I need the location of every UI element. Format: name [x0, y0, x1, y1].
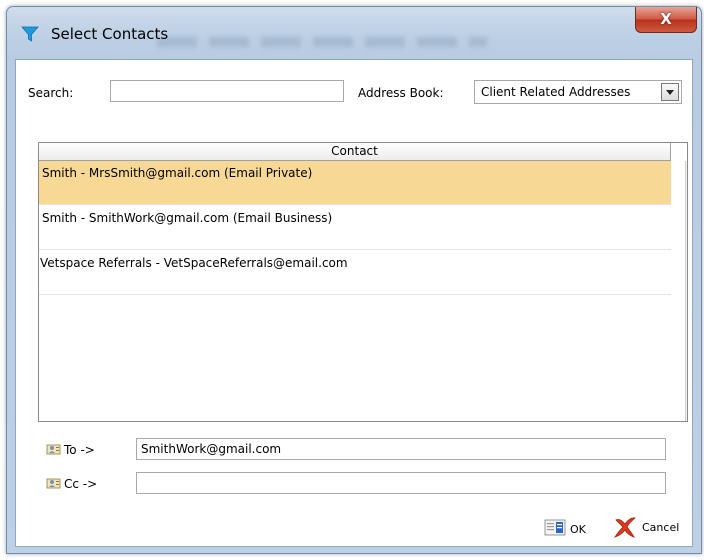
ok-button[interactable]: OK [544, 516, 600, 542]
table-row[interactable]: Smith - MrsSmith@gmail.com (Email Privat… [39, 161, 671, 205]
close-button[interactable]: X [635, 7, 697, 33]
table-row[interactable]: Vetspace Referrals - VetSpaceReferrals@e… [39, 251, 671, 295]
cancel-button-label: Cancel [642, 521, 680, 534]
search-label: Search: [28, 86, 74, 100]
scroll-down-button[interactable] [687, 407, 688, 418]
address-book-label: Address Book: [358, 86, 444, 100]
contact-cell: Smith - MrsSmith@gmail.com (Email Privat… [42, 166, 313, 180]
contact-cell: Smith - SmithWork@gmail.com (Email Busin… [42, 211, 333, 225]
scroll-up-button[interactable] [687, 161, 688, 172]
ok-button-label: OK [570, 523, 586, 536]
red-x-icon [614, 517, 636, 538]
background-window-blur [157, 37, 487, 47]
dropdown-arrow-button[interactable] [661, 83, 679, 101]
filter-funnel-icon [21, 26, 39, 42]
contact-cell: Vetspace Referrals - VetSpaceReferrals@e… [40, 256, 348, 270]
title-bar[interactable]: Select Contacts X [7, 7, 701, 59]
chevron-down-icon [666, 90, 674, 95]
dialog-title: Select Contacts [51, 25, 169, 43]
search-input[interactable] [110, 80, 344, 102]
address-card-icon [46, 444, 61, 455]
form-ok-icon [544, 519, 566, 536]
scroll-thumb[interactable] [687, 175, 688, 397]
cancel-button[interactable]: Cancel [612, 514, 692, 540]
contacts-table: Contact Smith - MrsSmith@gmail.com (Emai… [38, 142, 688, 422]
address-book-select[interactable]: Client Related Addresses [474, 80, 682, 104]
to-field[interactable]: SmithWork@gmail.com [136, 438, 666, 460]
cc-label: Cc -> [64, 477, 98, 491]
column-header-contact[interactable]: Contact [39, 143, 671, 161]
to-label: To -> [64, 443, 95, 457]
select-contacts-dialog: Select Contacts X Search: Address Book: … [6, 6, 702, 554]
address-book-selected-value: Client Related Addresses [481, 85, 631, 99]
dialog-body: Search: Address Book: Client Related Add… [15, 59, 693, 547]
address-card-icon [46, 478, 61, 489]
table-row[interactable]: Smith - SmithWork@gmail.com (Email Busin… [39, 206, 671, 250]
cc-field[interactable] [136, 472, 666, 494]
vertical-scrollbar[interactable] [685, 161, 688, 421]
